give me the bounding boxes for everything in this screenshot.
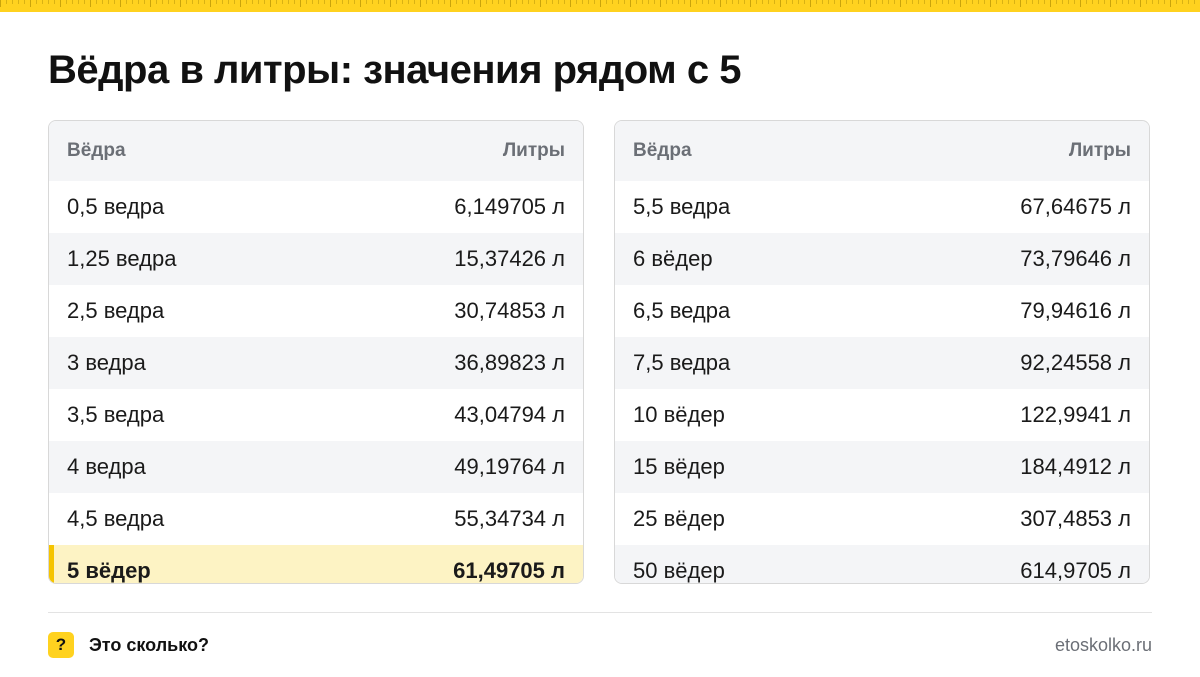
row-buckets: 4 ведра — [67, 454, 146, 479]
header-buckets: Вёдра — [633, 140, 692, 161]
row-liters: 614,9705 л — [1020, 558, 1131, 583]
row-buckets: 6 вёдер — [633, 246, 713, 271]
row-liters: 184,4912 л — [1020, 454, 1131, 479]
conversion-table-left: Вёдра Литры 0,5 ведра 6,149705 л 1,25 ве… — [48, 120, 584, 584]
ruler-strip — [0, 0, 1200, 12]
footer-divider — [48, 612, 1152, 613]
row-liters: 36,89823 л — [454, 350, 565, 375]
row-buckets: 7,5 ведра — [633, 350, 731, 375]
row-liters: 61,49705 л — [453, 558, 565, 583]
question-icon: ? — [48, 632, 74, 658]
row-buckets: 5,5 ведра — [633, 194, 731, 219]
table-row-highlighted: 5 вёдер 61,49705 л — [49, 545, 583, 583]
page-title: Вёдра в литры: значения рядом с 5 — [48, 48, 741, 92]
row-buckets: 4,5 ведра — [67, 506, 165, 531]
table-row: 1,25 ведра 15,37426 л — [49, 233, 583, 285]
table-row: 2,5 ведра 30,74853 л — [49, 285, 583, 337]
row-liters: 92,24558 л — [1020, 350, 1131, 375]
table-row: 4,5 ведра 55,34734 л — [49, 493, 583, 545]
row-liters: 122,9941 л — [1020, 402, 1131, 427]
row-liters: 79,94616 л — [1020, 298, 1131, 323]
row-liters: 15,37426 л — [454, 246, 565, 271]
row-liters: 43,04794 л — [454, 402, 565, 427]
table-row: 6,5 ведра 79,94616 л — [615, 285, 1149, 337]
table-row: 7,5 ведра 92,24558 л — [615, 337, 1149, 389]
table-row: 50 вёдер 614,9705 л — [615, 545, 1149, 583]
table-row: 25 вёдер 307,4853 л — [615, 493, 1149, 545]
table-header: Вёдра Литры — [49, 121, 583, 181]
table-row: 0,5 ведра 6,149705 л — [49, 181, 583, 233]
row-buckets: 3 ведра — [67, 350, 146, 375]
table-header: Вёдра Литры — [615, 121, 1149, 181]
row-liters: 49,19764 л — [454, 454, 565, 479]
table-row: 3,5 ведра 43,04794 л — [49, 389, 583, 441]
table-row: 4 ведра 49,19764 л — [49, 441, 583, 493]
row-buckets: 50 вёдер — [633, 558, 725, 583]
table-row: 3 ведра 36,89823 л — [49, 337, 583, 389]
row-liters: 55,34734 л — [454, 506, 565, 531]
footer-brand[interactable]: ? Это сколько? — [48, 632, 209, 658]
row-buckets: 2,5 ведра — [67, 298, 165, 323]
site-link[interactable]: etoskolko.ru — [1055, 632, 1152, 658]
table-row: 15 вёдер 184,4912 л — [615, 441, 1149, 493]
row-buckets: 15 вёдер — [633, 454, 725, 479]
row-liters: 30,74853 л — [454, 298, 565, 323]
brand-name: Это сколько? — [89, 634, 209, 655]
row-buckets: 5 вёдер — [67, 558, 151, 583]
header-liters: Литры — [502, 140, 565, 161]
row-buckets: 10 вёдер — [633, 402, 725, 427]
header-buckets: Вёдра — [67, 140, 126, 161]
table-row: 10 вёдер 122,9941 л — [615, 389, 1149, 441]
row-buckets: 1,25 ведра — [67, 246, 177, 271]
row-buckets: 0,5 ведра — [67, 194, 165, 219]
row-buckets: 3,5 ведра — [67, 402, 165, 427]
table-row: 6 вёдер 73,79646 л — [615, 233, 1149, 285]
table-row: 5,5 ведра 67,64675 л — [615, 181, 1149, 233]
row-liters: 6,149705 л — [454, 194, 565, 219]
row-buckets: 6,5 ведра — [633, 298, 731, 323]
row-liters: 73,79646 л — [1020, 246, 1131, 271]
row-buckets: 25 вёдер — [633, 506, 725, 531]
row-liters: 67,64675 л — [1020, 194, 1131, 219]
header-liters: Литры — [1068, 140, 1131, 161]
conversion-table-right: Вёдра Литры 5,5 ведра 67,64675 л 6 вёдер… — [614, 120, 1150, 584]
row-liters: 307,4853 л — [1020, 506, 1131, 531]
